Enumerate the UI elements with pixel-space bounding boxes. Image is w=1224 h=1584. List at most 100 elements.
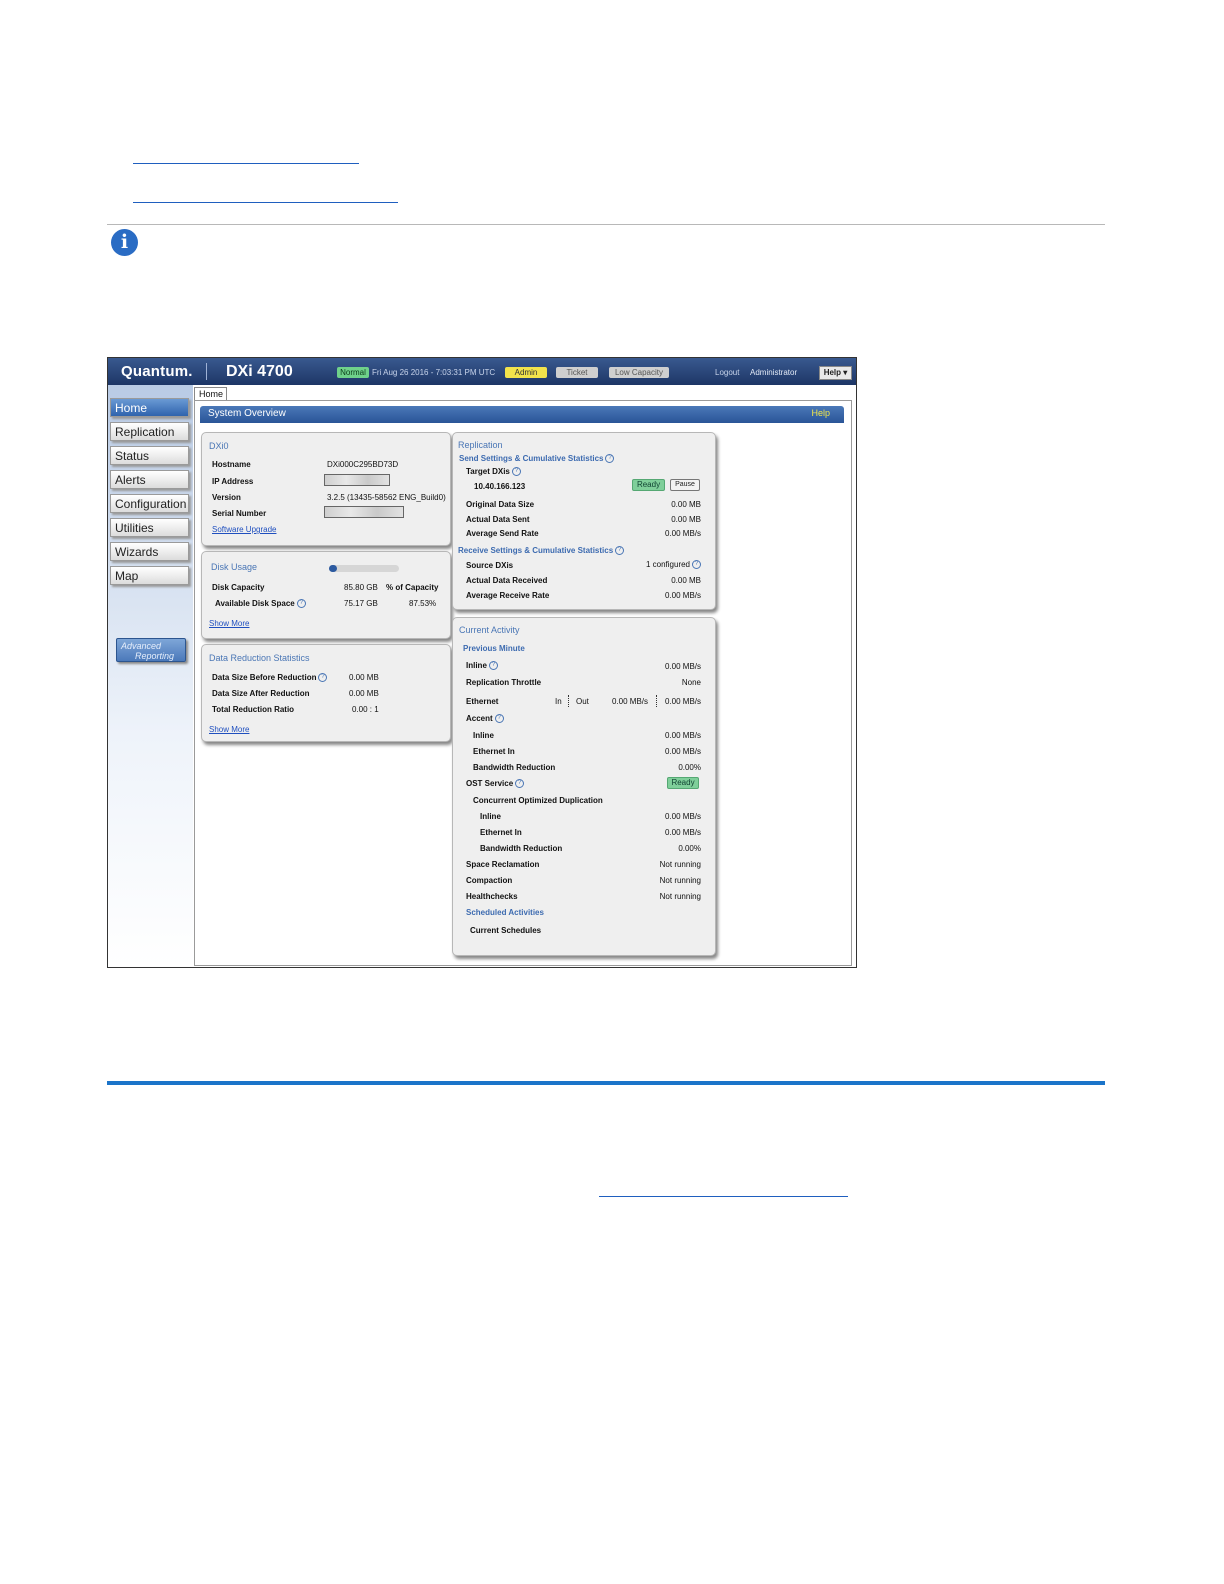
accent-label: Accent?: [466, 714, 504, 723]
reduction-show-more-link[interactable]: Show More: [209, 725, 249, 734]
dxi-panel: DXi0 Hostname DXi000C295BD73D IP Address…: [201, 432, 451, 546]
cod-bandwidth-value: 0.00%: [678, 844, 701, 853]
nav-configuration[interactable]: Configuration: [110, 494, 189, 513]
help-icon[interactable]: ?: [488, 661, 498, 670]
doc-link-2[interactable]: [133, 202, 398, 203]
nav-replication[interactable]: Replication: [110, 422, 189, 441]
help-icon[interactable]: ?: [296, 599, 306, 608]
nav-map[interactable]: Map: [110, 566, 189, 585]
sidebar: Home Replication Status Alerts Configura…: [108, 385, 193, 967]
version-value: 3.2.5 (13435-58562 ENG_Build0): [327, 493, 446, 502]
source-dxis-label: Source DXis: [466, 561, 514, 570]
status-normal-badge[interactable]: Normal: [337, 367, 369, 378]
ethernet-out-label: Out: [576, 697, 589, 706]
nav-wizards[interactable]: Wizards: [110, 542, 189, 561]
inline-label: Inline?: [466, 661, 498, 670]
help-icon[interactable]: ?: [511, 467, 521, 476]
low-capacity-badge[interactable]: Low Capacity: [609, 367, 669, 378]
system-overview-bar: System Overview Help: [200, 406, 844, 423]
disk-usage-panel: Disk Usage Disk Capacity 85.80 GB % of C…: [201, 551, 451, 639]
quantum-logo: Quantum.: [121, 363, 193, 380]
ticket-badge[interactable]: Ticket: [556, 367, 598, 378]
help-icon[interactable]: ?: [318, 673, 328, 682]
help-link[interactable]: Help: [811, 408, 830, 418]
nav-utilities[interactable]: Utilities: [110, 518, 189, 537]
scheduled-activities-heading: Scheduled Activities: [466, 908, 544, 917]
cod-inline-value: 0.00 MB/s: [664, 812, 701, 821]
ethernet-label: Ethernet: [466, 697, 499, 706]
pct-capacity-header: % of Capacity: [386, 583, 439, 592]
target-ip: 10.40.166.123: [474, 482, 526, 491]
receive-rate-value: 0.00 MB/s: [664, 591, 701, 600]
accent-bandwidth-value: 0.00%: [678, 763, 701, 772]
data-received-label: Actual Data Received: [466, 576, 548, 585]
receive-settings-heading: Receive Settings & Cumulative Statistics…: [458, 546, 625, 555]
accent-text: Accent: [466, 714, 493, 723]
nav-status[interactable]: Status: [110, 446, 189, 465]
size-before-text: Data Size Before Reduction: [212, 673, 317, 682]
cod-inline-label: Inline: [480, 812, 501, 821]
help-icon[interactable]: ?: [605, 454, 615, 463]
ethernet-divider: [656, 695, 657, 707]
reduction-ratio-value: 0.00 : 1: [352, 705, 379, 714]
available-space-pct: 87.53%: [409, 599, 437, 608]
available-space-value: 75.17 GB: [344, 599, 378, 608]
nav-alerts[interactable]: Alerts: [110, 470, 189, 489]
space-reclamation-value: Not running: [659, 860, 701, 869]
user-name: Administrator: [750, 368, 798, 377]
original-size-value: 0.00 MB: [671, 500, 701, 509]
replication-panel: Replication Send Settings & Cumulative S…: [452, 432, 716, 610]
version-label: Version: [212, 493, 241, 502]
section-divider: [107, 224, 1105, 225]
throttle-value: None: [681, 678, 701, 687]
send-settings-heading: Send Settings & Cumulative Statistics?: [459, 454, 615, 463]
help-icon[interactable]: ?: [515, 779, 525, 788]
app-header: Quantum. DXi 4700 Normal Fri Aug 26 2016…: [108, 358, 856, 385]
disk-capacity-value: 85.80 GB: [344, 583, 378, 592]
disk-show-more-link[interactable]: Show More: [209, 619, 249, 628]
nav-home[interactable]: Home: [110, 398, 189, 417]
size-before-value: 0.00 MB: [349, 673, 379, 682]
ost-service-text: OST Service: [466, 779, 514, 788]
info-icon: i: [111, 229, 138, 256]
logout-link[interactable]: Logout: [715, 367, 739, 378]
header-separator: [206, 363, 207, 380]
serial-value-redacted: [324, 506, 404, 518]
doc-link-1[interactable]: [133, 163, 359, 164]
size-after-label: Data Size After Reduction: [212, 689, 310, 698]
source-dxis-value: 1 configured?: [646, 560, 701, 569]
data-sent-label: Actual Data Sent: [466, 515, 530, 524]
pause-button[interactable]: Pause: [670, 479, 700, 491]
software-upgrade-link[interactable]: Software Upgrade: [212, 525, 276, 534]
help-icon[interactable]: ?: [615, 546, 625, 555]
accent-bandwidth-label: Bandwidth Reduction: [473, 763, 556, 772]
current-activity-panel: Current Activity Previous Minute Inline?…: [452, 617, 716, 956]
compaction-label: Compaction: [466, 876, 513, 885]
send-rate-label: Average Send Rate: [466, 529, 539, 538]
cod-ethernet-label: Ethernet In: [480, 828, 522, 837]
hostname-value: DXi000C295BD73D: [327, 460, 399, 469]
help-icon[interactable]: ?: [494, 714, 504, 723]
admin-badge[interactable]: Admin: [505, 367, 547, 378]
data-reduction-panel: Data Reduction Statistics Data Size Befo…: [201, 644, 451, 742]
chapter-divider: [107, 1081, 1105, 1085]
accent-ethernet-value: 0.00 MB/s: [664, 747, 701, 756]
inline-value: 0.00 MB/s: [664, 662, 701, 671]
help-icon[interactable]: ?: [692, 560, 701, 569]
advanced-reporting-button[interactable]: Advanced Reporting: [116, 638, 186, 662]
help-menu-button[interactable]: Help ▾: [819, 366, 852, 380]
tab-home[interactable]: Home: [194, 387, 227, 400]
available-space-text: Available Disk Space: [215, 599, 295, 608]
space-reclamation-label: Space Reclamation: [466, 860, 540, 869]
page-title: System Overview: [208, 408, 286, 419]
doc-link-3[interactable]: [599, 1196, 848, 1197]
throttle-label: Replication Throttle: [466, 678, 542, 687]
cod-label: Concurrent Optimized Duplication: [473, 796, 603, 805]
disk-capacity-label: Disk Capacity: [212, 583, 265, 592]
size-after-value: 0.00 MB: [349, 689, 379, 698]
hostname-label: Hostname: [212, 460, 251, 469]
disk-usage-heading: Disk Usage: [211, 562, 258, 572]
accent-ethernet-label: Ethernet In: [473, 747, 515, 756]
receive-settings-text: Receive Settings & Cumulative Statistics: [458, 546, 614, 555]
compaction-value: Not running: [659, 876, 701, 885]
